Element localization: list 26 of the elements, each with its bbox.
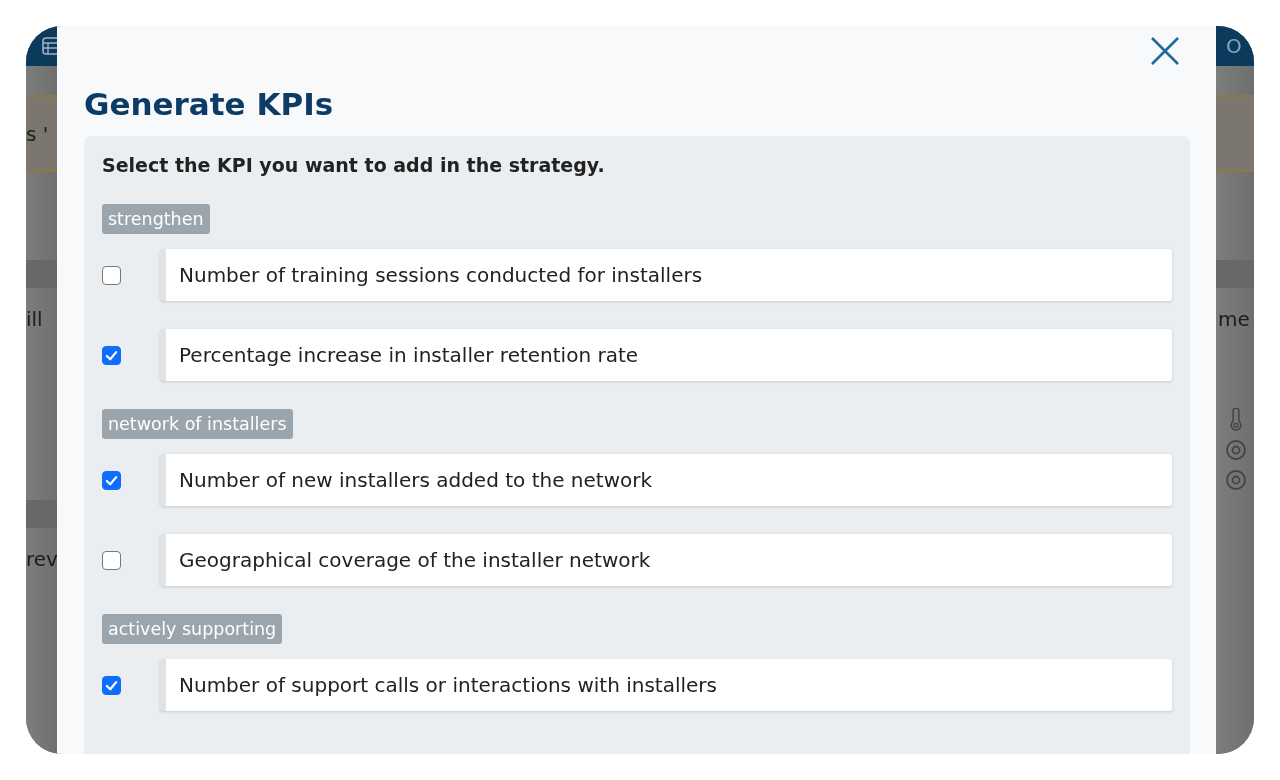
target-icon <box>1225 438 1247 462</box>
target-icon <box>1225 468 1247 492</box>
header-text: O <box>1225 34 1242 58</box>
kpi-option[interactable]: Geographical coverage of the installer network <box>160 534 1172 586</box>
background-text: ill <box>26 307 43 331</box>
kpi-option[interactable]: Number of training sessions conducted for installers <box>160 249 1172 301</box>
checkbox[interactable] <box>102 265 121 285</box>
background-text: rev <box>26 547 58 571</box>
kpi-option[interactable]: Number of support calls or interactions with installers <box>160 659 1172 711</box>
checkbox[interactable] <box>102 470 121 490</box>
kpi-option[interactable]: Number of new installers added to the network <box>160 454 1172 506</box>
background-text: s ' <box>26 121 49 146</box>
table-header-band <box>26 260 57 288</box>
kpi-option[interactable]: Percentage increase in installer retention rate <box>160 329 1172 381</box>
close-icon[interactable] <box>1150 36 1180 66</box>
instruction-text: Select the KPI you want to add in the strategy. <box>102 154 606 176</box>
group-label: strengthen <box>102 204 210 234</box>
group-label: actively supporting <box>102 614 283 644</box>
group-label: network of installers <box>102 409 293 439</box>
checkbox[interactable] <box>102 675 121 695</box>
checkbox[interactable] <box>102 345 121 365</box>
table-header-band <box>1216 260 1254 288</box>
table-header-band <box>26 500 57 528</box>
checkbox[interactable] <box>102 550 121 570</box>
dialog-title: Generate KPIs <box>84 86 335 122</box>
background-text: me <box>1217 307 1250 331</box>
